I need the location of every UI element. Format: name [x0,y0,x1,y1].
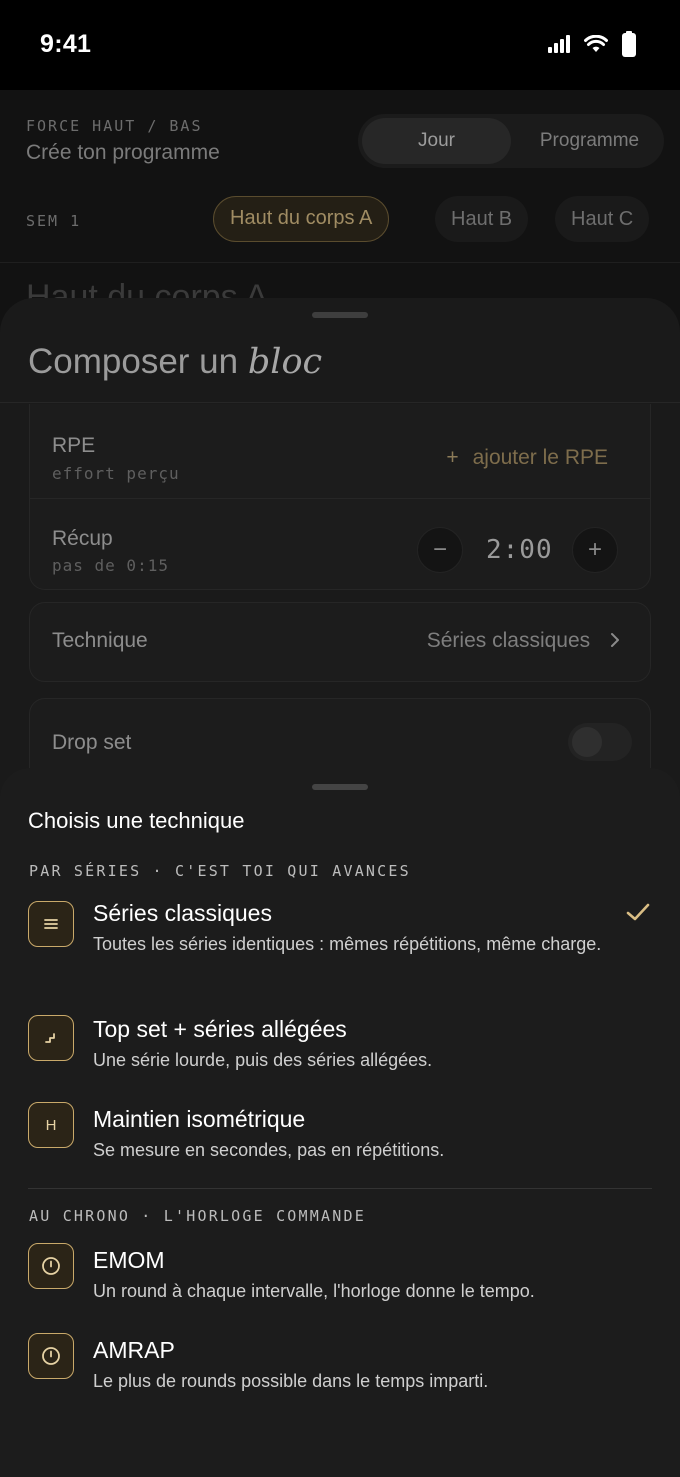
option-name: AMRAP [93,1337,175,1363]
increment-button[interactable]: + [572,527,618,573]
recup-label: Récup [52,527,113,550]
session-chip-c[interactable]: Haut C [555,196,650,242]
add-rpe-button[interactable]: + ajouter le RPE [446,446,608,470]
option-desc: Un round à chaque intervalle, l'horloge … [93,1281,535,1301]
composer-title: Composer un bloc [28,342,322,382]
option-name: Top set + séries allégées [93,1016,347,1042]
option-desc: Le plus de rounds possible dans le temps… [93,1371,489,1391]
add-rpe-label: ajouter le RPE [472,446,608,469]
technique-row[interactable]: Technique Séries classiques [29,602,651,682]
tab-programme[interactable]: Programme [515,130,664,152]
week-label: SEM 1 [26,212,82,230]
status-icons [548,31,636,57]
composer-title-plain: Composer un [28,342,239,381]
session-chip-a[interactable]: Haut du corps A [213,196,390,242]
clock-icon [28,1243,74,1289]
rpe-row: RPE effort perçu + ajouter le RPE [30,404,650,498]
rpe-label: RPE [52,434,96,457]
page-subtitle: Crée ton programme [26,141,220,164]
section-header-chrono: AU CHRONO · L'HORLOGE COMMANDE [29,1207,366,1225]
technique-label: Technique [52,629,148,652]
view-toggle[interactable]: Jour Programme [358,114,664,168]
plus-icon: + [446,446,459,469]
status-bar: 9:41 [0,0,680,90]
option-series-classiques[interactable]: Séries classiques Toutes les séries iden… [0,896,680,986]
battery-icon [622,31,636,57]
option-desc: Se mesure en secondes, pas en répétition… [93,1140,445,1160]
sheet-handle[interactable] [312,784,368,790]
option-amrap[interactable]: AMRAP Le plus de rounds possible dans le… [0,1333,680,1403]
option-name: Maintien isométrique [93,1106,306,1132]
divider [0,262,680,263]
breadcrumb: FORCE HAUT / BAS [26,117,203,135]
divider [0,402,680,403]
section-header-series: PAR SÉRIES · C'EST TOI QUI AVANCES [29,862,411,880]
recup-row: Récup pas de 0:15 − 2:00 + [30,499,650,590]
sheet-handle[interactable] [312,312,368,318]
option-top-set[interactable]: Top set + séries allégées Une série lour… [0,1012,680,1082]
recup-sub: pas de 0:15 [52,556,169,575]
steps-icon [28,1015,74,1061]
picker-title: Choisis une technique [28,808,245,833]
option-emom[interactable]: EMOM Un round à chaque intervalle, l'hor… [0,1243,680,1313]
rpe-sub: effort perçu [52,464,180,483]
option-desc: Toutes les séries identiques : mêmes rép… [93,934,602,954]
option-name: Séries classiques [93,900,272,926]
decrement-button[interactable]: − [417,527,463,573]
drop-set-toggle[interactable] [568,723,632,761]
technique-value: Séries classiques [427,629,622,653]
tab-jour[interactable]: Jour [362,118,511,164]
option-name: EMOM [93,1247,165,1273]
session-chip-b[interactable]: Haut B [435,196,529,242]
lines-icon [28,901,74,947]
check-icon [626,903,650,921]
option-maintien-isometrique[interactable]: H Maintien isométrique Se mesure en seco… [0,1102,680,1172]
params-card: RPE effort perçu + ajouter le RPE Récup p… [29,404,651,590]
divider [28,1188,652,1189]
option-desc: Une série lourde, puis des séries allégé… [93,1050,433,1070]
recup-value: 2:00 [486,535,553,565]
composer-title-italic: bloc [247,342,323,382]
cellular-icon [548,35,570,53]
clock-icon [28,1333,74,1379]
technique-picker-sheet: Choisis une technique PAR SÉRIES · C'EST… [0,768,680,1477]
hold-icon: H [28,1102,74,1148]
status-time: 9:41 [40,30,92,58]
drop-set-label: Drop set [52,731,132,754]
wifi-icon [584,35,608,52]
chevron-right-icon [611,633,619,647]
technique-value-text: Séries classiques [426,629,591,652]
